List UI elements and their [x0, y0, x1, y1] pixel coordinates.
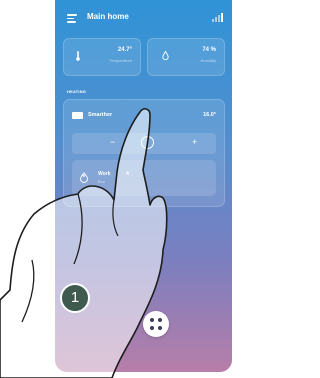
humidity-value: 74 % [202, 47, 216, 53]
signal-icon [212, 13, 224, 22]
device-name[interactable]: Smarther [88, 112, 112, 118]
heating-card: Smarther 16.0° − + Work k Eco [63, 99, 225, 207]
apps-button[interactable] [143, 311, 169, 337]
device-icon [72, 112, 83, 119]
mode-subtitle: Eco [98, 179, 105, 184]
droplet-icon [162, 51, 169, 60]
flame-icon [80, 172, 88, 183]
humidity-label: Humidity [200, 58, 216, 63]
top-bar: Main home [55, 0, 232, 38]
increase-button[interactable]: + [192, 138, 197, 147]
temperature-control-row: − + [72, 133, 216, 154]
temperature-label: Temperature [109, 58, 132, 63]
decrease-button[interactable]: − [110, 138, 115, 147]
device-temperature: 16.0° [203, 112, 216, 118]
temperature-value: 24.7° [117, 47, 132, 53]
thermometer-icon [76, 51, 80, 61]
phone-screen: Main home 24.7° Temperature 74 % Humidit… [55, 0, 232, 372]
mode-row[interactable]: Work k Eco [72, 160, 216, 196]
mode-title-tail: k [126, 171, 130, 177]
humidity-card[interactable]: 74 % Humidity [147, 38, 225, 76]
power-icon[interactable] [141, 136, 154, 149]
mode-title: Work k [98, 171, 129, 177]
temperature-card[interactable]: 24.7° Temperature [63, 38, 141, 76]
heating-section-label: HEATING [67, 89, 87, 94]
hand-palm-line [21, 259, 35, 323]
mode-title-text: Work [98, 171, 111, 177]
menu-icon[interactable] [67, 14, 77, 23]
page-title: Main home [87, 12, 129, 21]
step-badge: 1 [60, 283, 90, 313]
